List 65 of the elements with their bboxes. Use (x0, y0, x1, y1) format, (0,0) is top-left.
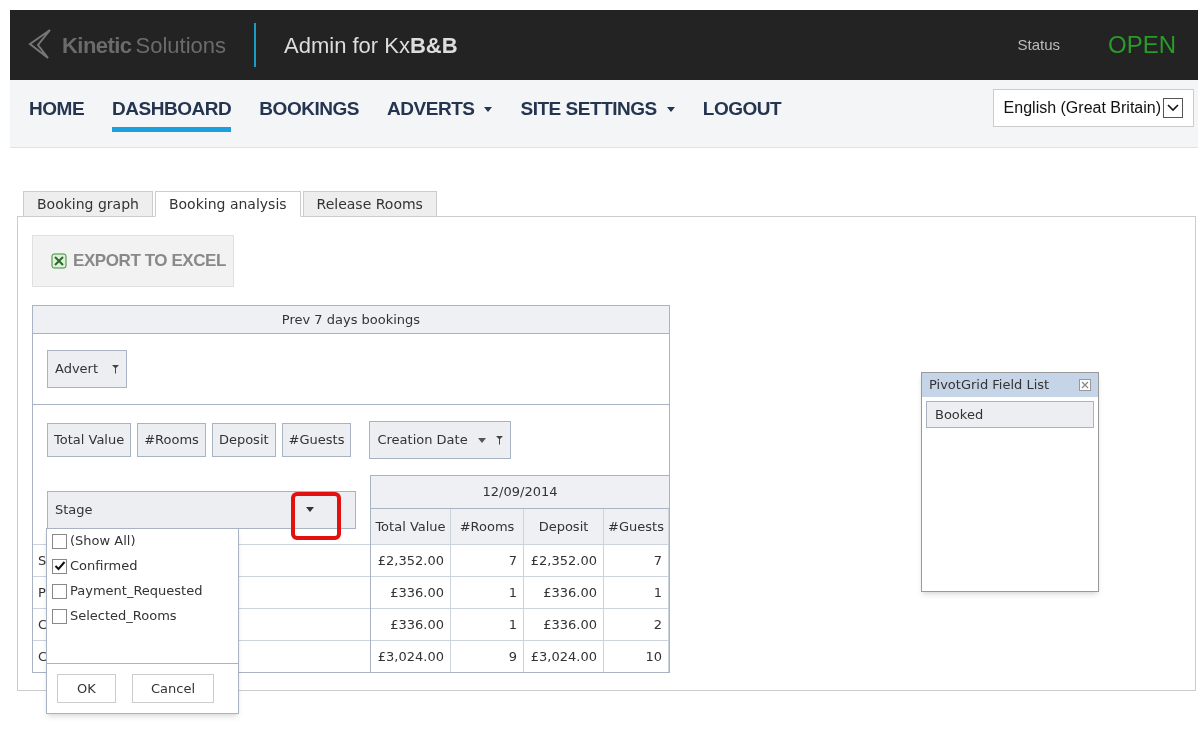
field-chip[interactable]: Deposit (211, 423, 276, 457)
field-chip[interactable]: Stage (47, 490, 356, 529)
brand-tagline: Solutions (135, 31, 226, 60)
highlight-frame (291, 492, 341, 540)
table-cell: 10 (604, 641, 669, 672)
brand-name: Kinetic (62, 31, 132, 60)
field-chip[interactable]: Advert (47, 350, 128, 388)
chevron-down-icon (1163, 97, 1183, 118)
checkbox[interactable] (52, 533, 67, 549)
tab[interactable]: Release Rooms (302, 191, 437, 217)
nav-link[interactable]: SITE SETTINGS (520, 94, 675, 133)
nav-link[interactable]: LOGOUT (702, 94, 782, 133)
field-chip[interactable]: Creation Date (369, 421, 511, 459)
table-cell: 1 (451, 577, 524, 608)
table-cell: £2,352.00 (371, 545, 451, 576)
dialog-button[interactable]: Cancel (132, 674, 214, 703)
grid-title: Prev 7 days bookings (33, 306, 669, 334)
column-header: Total Value (371, 509, 451, 544)
table-cell: 7 (604, 545, 669, 576)
column-header: #Rooms (451, 509, 524, 544)
checkbox[interactable] (52, 608, 67, 624)
nav-link[interactable]: BOOKINGS (259, 94, 359, 133)
spreadsheet-icon (51, 253, 67, 269)
column-header: #Guests (604, 509, 669, 544)
column-header: 12/09/2014 (371, 475, 669, 509)
close-icon[interactable] (1079, 379, 1091, 391)
nav-link[interactable]: HOME (29, 94, 85, 133)
field-chip[interactable]: #Guests (281, 423, 352, 457)
table-cell: 2 (604, 609, 669, 640)
table-cell: 1 (451, 609, 524, 640)
table-cell: 9 (451, 641, 524, 672)
table-cell: £336.00 (371, 577, 451, 608)
table-cell: £336.00 (371, 609, 451, 640)
field-list-item[interactable]: Booked (926, 401, 1094, 428)
table-cell: £336.00 (524, 577, 604, 608)
panel-title: PivotGrid Field List (929, 376, 1050, 395)
dialog-button[interactable]: OK (57, 674, 116, 703)
language-select[interactable]: English (Great Britain) (992, 88, 1194, 127)
nav-link[interactable]: DASHBOARD (112, 94, 232, 133)
status-value: OPEN (1108, 30, 1176, 60)
status-label: Status (1017, 34, 1060, 55)
tab[interactable]: Booking graph (23, 191, 153, 217)
caret-icon (666, 106, 675, 112)
table-cell: 7 (451, 545, 524, 576)
column-header: Deposit (524, 509, 604, 544)
caret-icon (477, 437, 486, 443)
filter-icon[interactable] (495, 435, 503, 445)
checkbox-option[interactable]: Confirmed (52, 558, 238, 574)
checkbox-option[interactable]: Payment_Requested (52, 583, 238, 599)
tab[interactable]: Booking analysis (154, 191, 301, 217)
checkbox[interactable] (52, 558, 67, 574)
field-chip[interactable]: Total Value (47, 423, 132, 457)
checkbox-option[interactable]: Selected_Rooms (52, 608, 238, 624)
table-cell: £3,024.00 (524, 641, 604, 672)
checkbox[interactable] (52, 583, 67, 599)
caret-icon (484, 106, 493, 112)
table-cell: £336.00 (524, 609, 604, 640)
table-cell: 1 (604, 577, 669, 608)
table-cell: £3,024.00 (371, 641, 451, 672)
field-chip[interactable]: #Rooms (137, 423, 206, 457)
filter-icon[interactable] (112, 364, 120, 374)
nav-link[interactable]: ADVERTS (387, 94, 493, 133)
table-cell: £2,352.00 (524, 545, 604, 576)
app-title: Admin for KxB&B (284, 31, 458, 60)
caret-icon (306, 507, 314, 512)
